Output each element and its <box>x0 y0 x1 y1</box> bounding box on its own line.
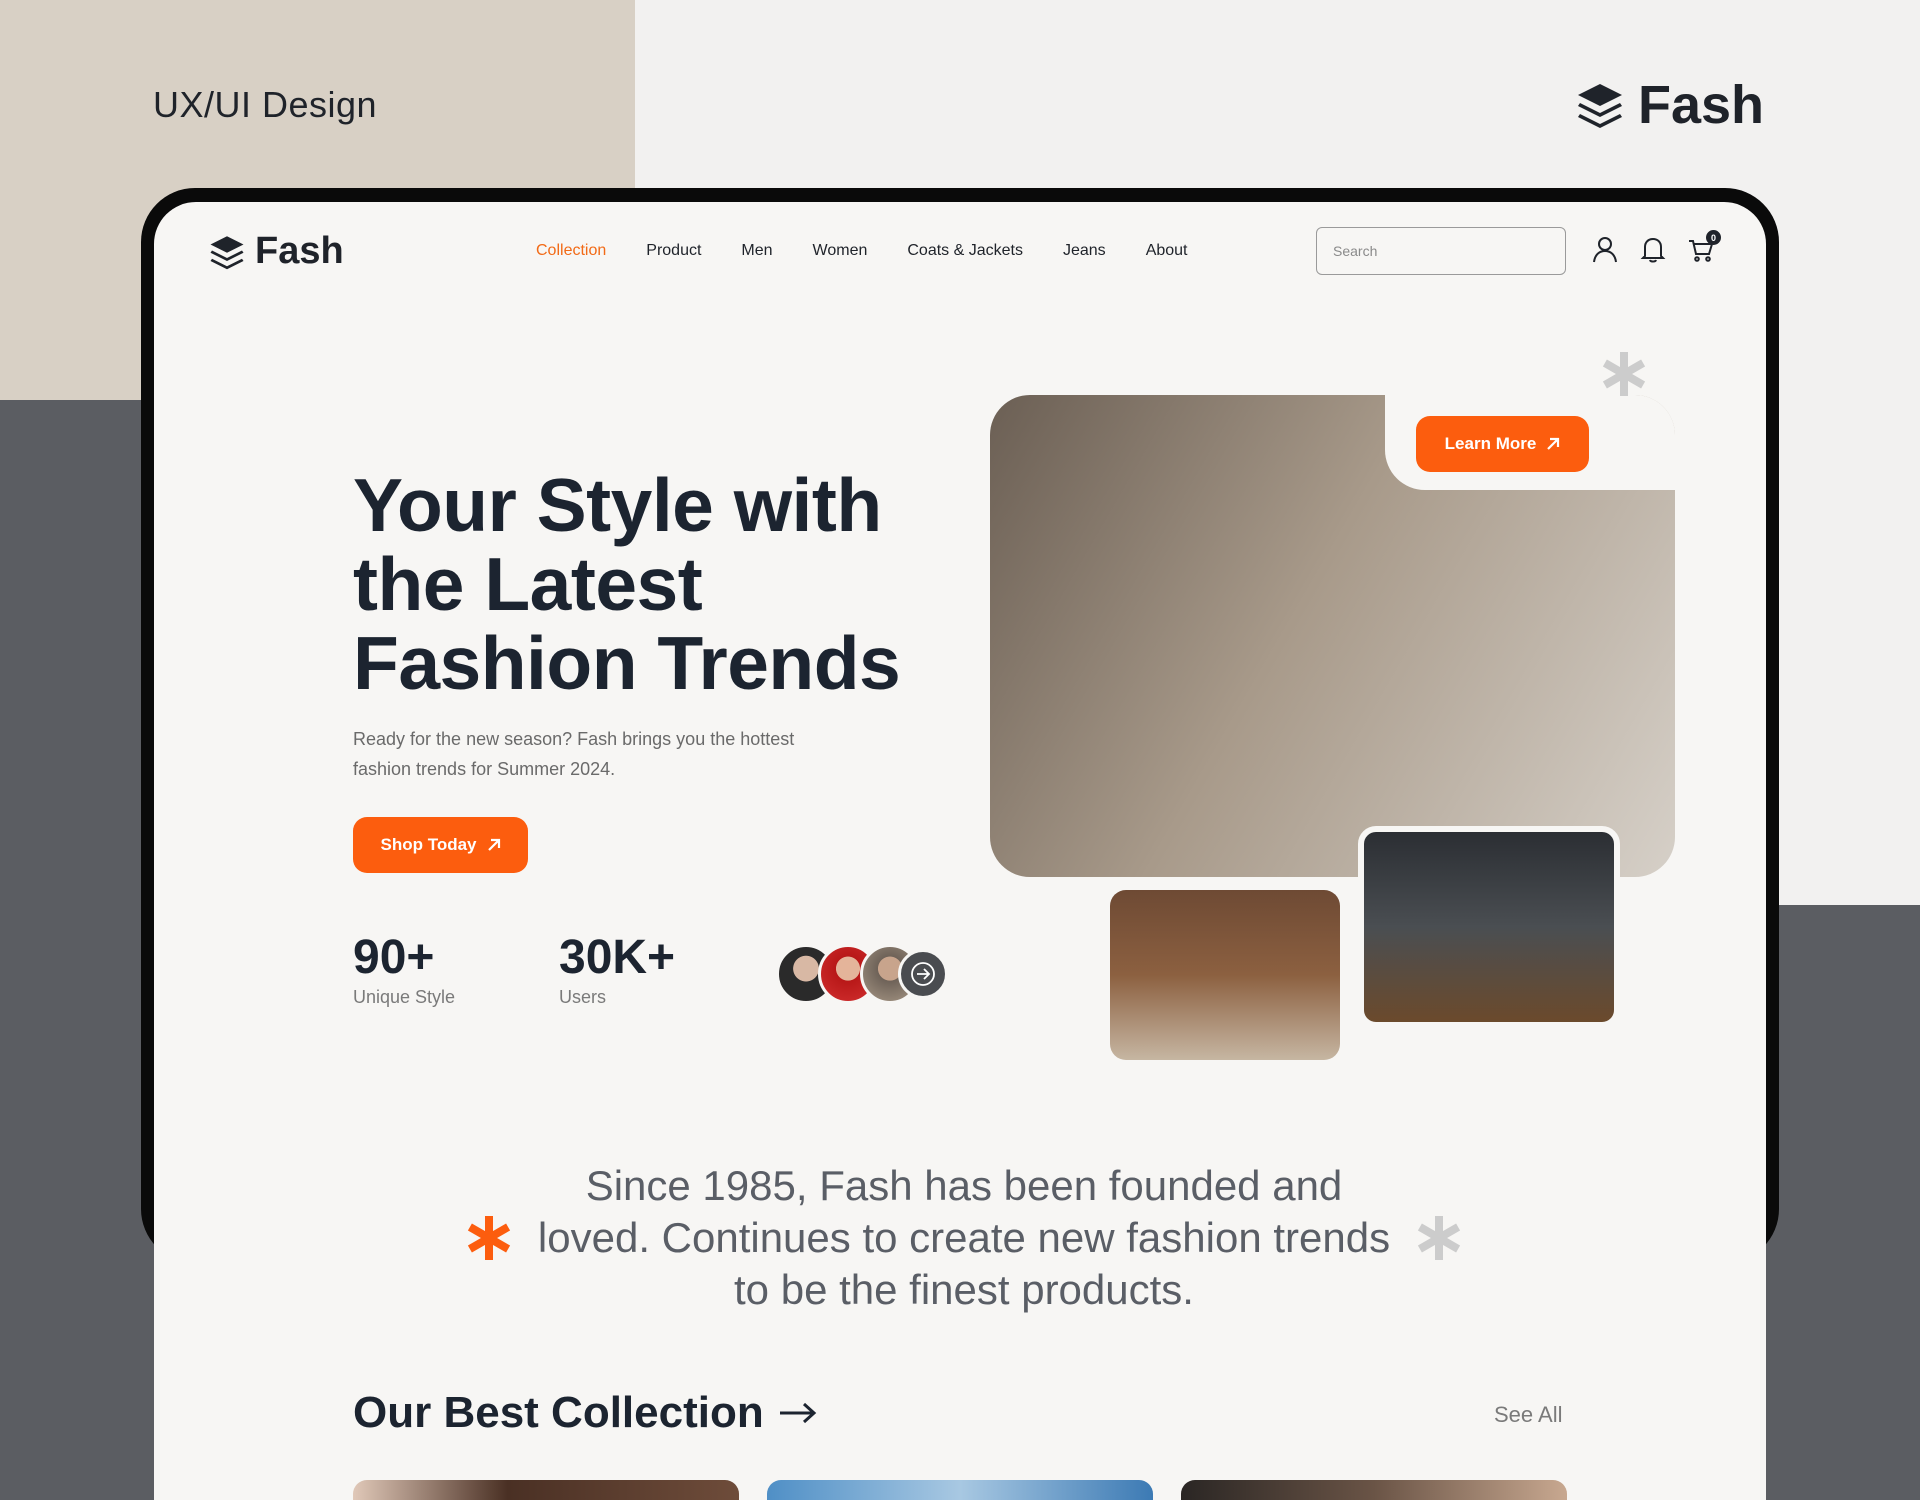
nav-coats-jackets[interactable]: Coats & Jackets <box>907 242 1023 260</box>
collection-title: Our Best Collection <box>353 1388 764 1437</box>
presentation-label: UX/UI Design <box>153 84 378 125</box>
shop-today-label: Shop Today <box>380 835 477 854</box>
nav-jeans[interactable]: Jeans <box>1063 242 1106 260</box>
about-quote: Since 1985, Fash has been founded and lo… <box>537 1162 1391 1313</box>
see-all-link[interactable]: See All <box>1494 1402 1563 1428</box>
bell-icon[interactable] <box>1640 235 1666 263</box>
stat-label: Unique Style <box>353 987 456 1007</box>
collection-card-image[interactable] <box>353 1480 739 1500</box>
site-logo[interactable]: Fash <box>209 230 344 273</box>
stat-value: 30K+ <box>559 931 676 984</box>
nav-about[interactable]: About <box>1146 242 1188 260</box>
hero-secondary-image <box>1110 890 1340 1060</box>
presentation-brand-name: Fash <box>1637 75 1764 135</box>
collection-heading[interactable]: Our Best Collection <box>353 1388 818 1438</box>
nav-product[interactable]: Product <box>646 242 701 260</box>
search-input[interactable] <box>1316 227 1566 275</box>
hero-tertiary-image <box>1358 826 1620 1028</box>
arrow-right-icon <box>779 1402 816 1424</box>
avatar-group <box>776 944 948 1004</box>
stat-unique-style: 90+ Unique Style <box>353 930 455 1008</box>
cart-icon[interactable]: 0 <box>1688 230 1721 263</box>
shop-today-button[interactable]: Shop Today <box>353 817 528 873</box>
site-logo-text: Fash <box>255 230 344 272</box>
collection-card-image[interactable] <box>767 1480 1153 1500</box>
asterisk-decoration-icon <box>1602 352 1646 396</box>
asterisk-gray-icon <box>1417 1216 1461 1260</box>
layers-logo-icon <box>210 235 244 269</box>
nav-women[interactable]: Women <box>813 242 868 260</box>
cart-count-badge: 0 <box>1706 230 1721 245</box>
layers-logo-icon <box>1577 84 1622 128</box>
hero-title: Your Style with the Latest Fashion Trend… <box>353 463 901 705</box>
website-screen: Fash Collection Product Men Women Coats … <box>154 202 1766 1500</box>
arrow-up-right-icon <box>1547 437 1560 450</box>
main-nav: Collection Product Men Women Coats & Jac… <box>536 242 1188 260</box>
nav-men[interactable]: Men <box>741 242 772 260</box>
collection-card-image[interactable] <box>1181 1480 1567 1500</box>
learn-more-label: Learn More <box>1444 434 1537 453</box>
arrow-right-circle-icon[interactable] <box>898 949 948 999</box>
learn-more-button[interactable]: Learn More <box>1416 416 1589 472</box>
nav-collection[interactable]: Collection <box>536 242 606 260</box>
stat-users: 30K+ Users <box>559 930 675 1008</box>
arrow-up-right-icon <box>487 838 500 851</box>
presentation-brand: Fash <box>1576 74 1764 136</box>
header-icons: 0 <box>1592 230 1721 263</box>
hero-subtitle: Ready for the new season? Fash brings yo… <box>353 729 795 779</box>
stat-value: 90+ <box>353 931 435 984</box>
asterisk-orange-icon <box>467 1216 511 1260</box>
stat-label: Users <box>559 987 607 1007</box>
user-icon[interactable] <box>1592 235 1618 263</box>
